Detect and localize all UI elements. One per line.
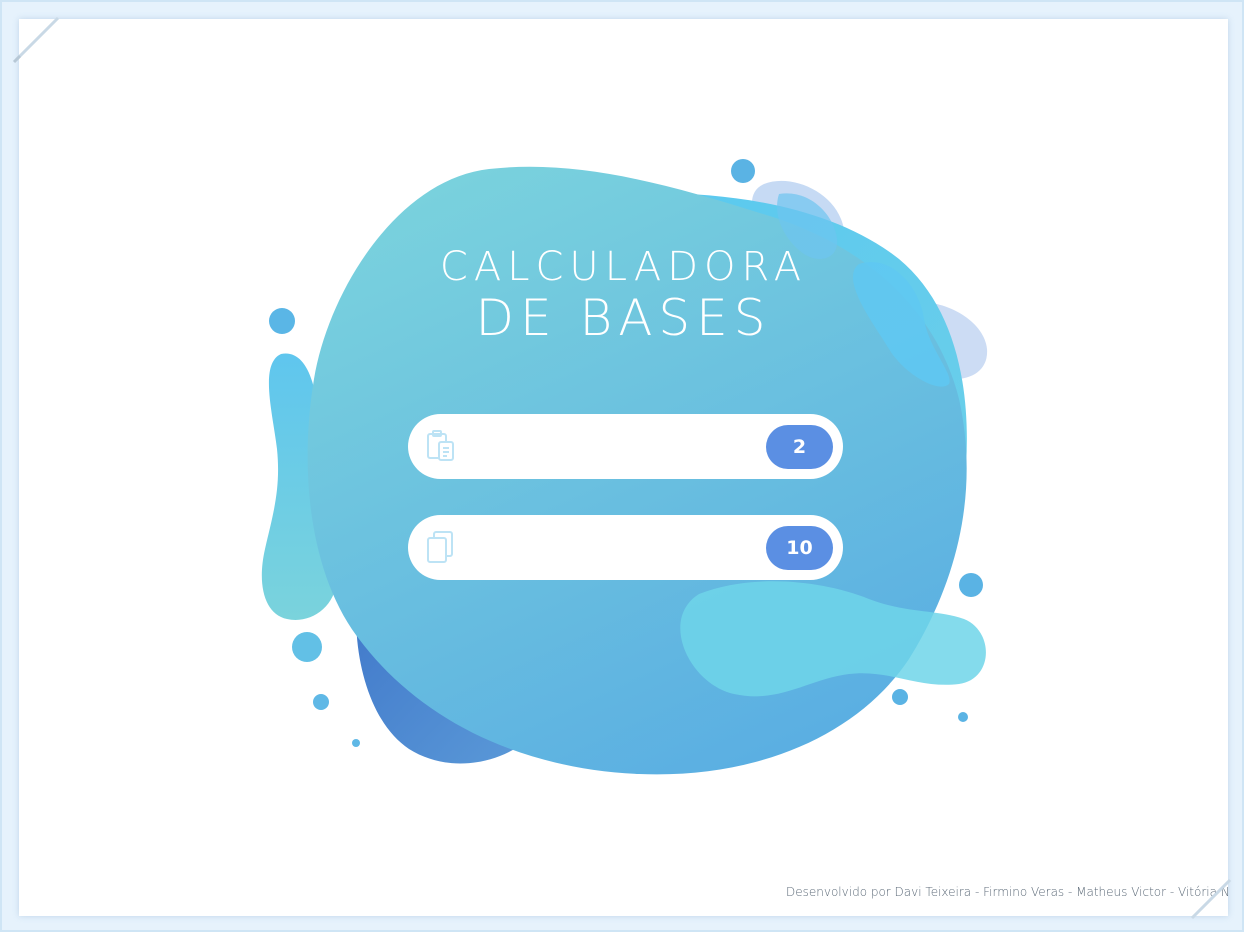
base-10-input[interactable] <box>472 527 756 569</box>
base-2-badge[interactable]: 2 <box>766 425 833 469</box>
footer-credits: Desenvolvido por Davi Teixeira - Firmino… <box>786 885 1228 899</box>
droplet <box>892 689 908 705</box>
droplet <box>731 159 755 183</box>
copy-icon[interactable] <box>424 529 460 565</box>
app-title-line1: CALCULADORA <box>439 244 808 290</box>
droplet <box>292 632 322 662</box>
corner-fold-decoration <box>1190 878 1232 920</box>
base-2-input[interactable] <box>472 426 756 468</box>
app-title-line2: DE BASES <box>475 289 772 347</box>
input-field-base-10[interactable]: 10 <box>408 515 843 580</box>
clipboard-paste-icon[interactable] <box>424 428 460 464</box>
app-canvas: CALCULADORA DE BASES 2 10 Desenvolvido p… <box>19 19 1228 916</box>
base-10-badge[interactable]: 10 <box>766 526 833 570</box>
window-frame: CALCULADORA DE BASES 2 10 Desenvolvido p… <box>0 0 1244 932</box>
droplet <box>313 694 329 710</box>
droplet <box>352 739 360 747</box>
corner-fold-decoration <box>12 16 60 64</box>
droplet <box>959 573 983 597</box>
droplet <box>958 712 968 722</box>
input-field-base-2[interactable]: 2 <box>408 414 843 479</box>
